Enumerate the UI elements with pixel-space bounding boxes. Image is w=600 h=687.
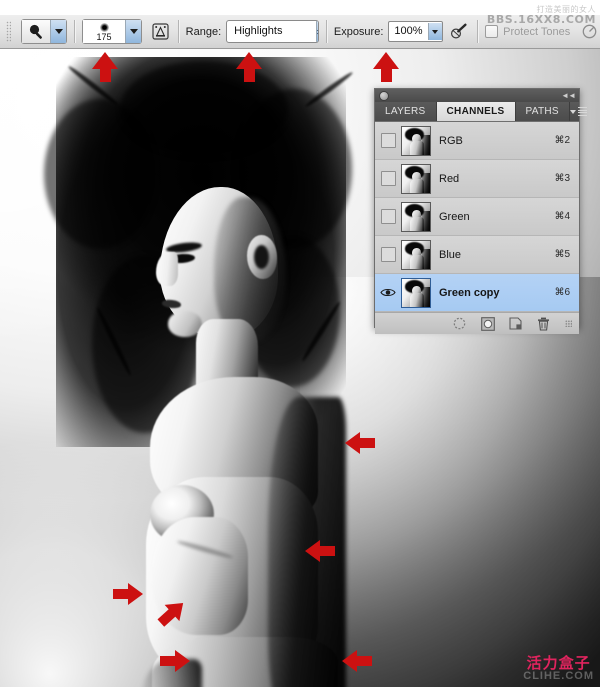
exposure-value: 100% [394,25,423,37]
eye-checkbox-icon[interactable] [380,209,396,224]
arrow-bottom-right [342,650,372,672]
eye-checkbox-icon[interactable] [380,171,396,186]
airbrush-icon[interactable] [450,20,471,43]
watermark-bottom: 活力盒子 CLIHE.COM [523,653,594,683]
eye-checkbox-icon[interactable] [380,133,396,148]
panel-tab-bar[interactable]: LAYERS CHANNELS PATHS [375,102,587,122]
watermark-top: 打造美丽的女人 BBS.16XX8.COM [486,5,596,27]
exposure-label: Exposure: [333,25,384,38]
panel-menu-icon[interactable] [569,107,587,116]
channels-panel[interactable]: ◄◄ LAYERS CHANNELS PATHS RGB ⌘2 Red ⌘3 G… [374,88,587,334]
exposure-input[interactable]: 100% [388,21,443,42]
resize-grip-icon[interactable] [565,320,572,327]
tab-paths-label: PATHS [525,106,559,117]
hair-wisp [120,61,288,157]
arrow-brush-size [92,52,118,82]
channel-list[interactable]: RGB ⌘2 Red ⌘3 Green ⌘4 Blue ⌘5 Green cop… [375,122,579,312]
collapse-double-arrow-icon[interactable]: ◄◄ [561,91,576,100]
options-bar-grip[interactable] [6,21,12,42]
spinner-updown-icon[interactable] [316,21,319,42]
divider [477,20,479,43]
channel-shortcut: ⌘5 [554,249,570,260]
model-nose [156,252,178,286]
brush-preset-picker[interactable]: 175 [82,19,143,44]
channel-row-green-copy[interactable]: Green copy ⌘6 [375,274,579,312]
model-ear-inner [254,245,269,269]
watermark-top-url: BBS.16XX8.COM [486,13,596,27]
visibility-toggle[interactable] [375,247,401,262]
tool-preset-picker[interactable] [21,19,68,44]
watermark-bottom-cn: 活力盒子 [526,653,591,672]
channel-shortcut: ⌘4 [554,211,570,222]
panel-dot-icon[interactable] [379,90,389,101]
arrow-back-mid [305,540,335,562]
range-value: Highlights [234,25,283,37]
channel-shortcut: ⌘2 [554,135,570,146]
visibility-toggle[interactable] [375,171,401,186]
brush-preview[interactable]: 175 [83,20,126,43]
arrow-front-hip [113,583,143,605]
protect-tones-label: Protect Tones [503,25,571,38]
tab-layers[interactable]: LAYERS [375,102,437,121]
tool-preset-caret-icon[interactable] [50,20,67,43]
brush-panel-icon[interactable] [150,20,171,43]
tab-layers-label: LAYERS [385,106,426,117]
channel-thumbnail [401,125,431,156]
channel-thumbnail [401,277,431,308]
load-channel-as-selection-icon[interactable] [452,316,467,331]
channel-row-green[interactable]: Green ⌘4 [375,198,579,236]
tab-paths[interactable]: PATHS [516,102,570,121]
visibility-toggle[interactable] [375,287,401,298]
channel-thumbnail [401,201,431,232]
channel-name: Green copy [439,286,500,299]
new-channel-icon[interactable] [508,316,523,331]
soft-round-brush-icon [99,22,109,32]
divider [326,20,327,43]
channel-name: Red [439,172,460,185]
range-label: Range: [185,25,222,38]
arrow-back-upper [345,432,375,454]
channel-thumbnail [401,239,431,270]
panel-title-bar[interactable]: ◄◄ [375,89,579,102]
brush-size-value: 175 [96,31,112,42]
channels-panel-footer[interactable] [375,312,579,334]
arrow-bottom-left [160,650,190,672]
delete-channel-icon[interactable] [536,316,551,331]
visibility-toggle[interactable] [375,133,401,148]
arrow-hair-top-right [373,52,399,82]
checkbox-icon[interactable] [485,25,499,38]
save-selection-as-channel-icon[interactable] [480,316,495,331]
eye-checkbox-icon[interactable] [380,247,396,262]
channel-name: Blue [439,248,462,261]
channel-thumbnail [401,163,431,194]
brush-caret-icon[interactable] [125,20,142,43]
watermark-bottom-url: CLIHE.COM [523,670,594,683]
arrow-hair-top-mid [236,52,262,82]
dodge-burn-tool-icon[interactable] [22,20,51,43]
divider [177,20,179,43]
channel-name: RGB [439,134,463,147]
channel-row-rgb[interactable]: RGB ⌘2 [375,122,579,160]
range-select[interactable]: Highlights [226,20,319,43]
channel-name: Green [439,210,470,223]
tab-bar-filler [569,102,592,121]
divider [74,20,76,43]
channel-row-blue[interactable]: Blue ⌘5 [375,236,579,274]
channel-row-red[interactable]: Red ⌘3 [375,160,579,198]
tab-channels[interactable]: CHANNELS [436,102,516,121]
eye-icon[interactable] [380,287,396,298]
channel-shortcut: ⌘6 [554,287,570,298]
channel-shortcut: ⌘3 [554,173,570,184]
exposure-caret-icon[interactable] [427,23,442,40]
tab-channels-label: CHANNELS [446,106,505,117]
protect-tones-checkbox[interactable]: Protect Tones [485,25,575,38]
visibility-toggle[interactable] [375,209,401,224]
